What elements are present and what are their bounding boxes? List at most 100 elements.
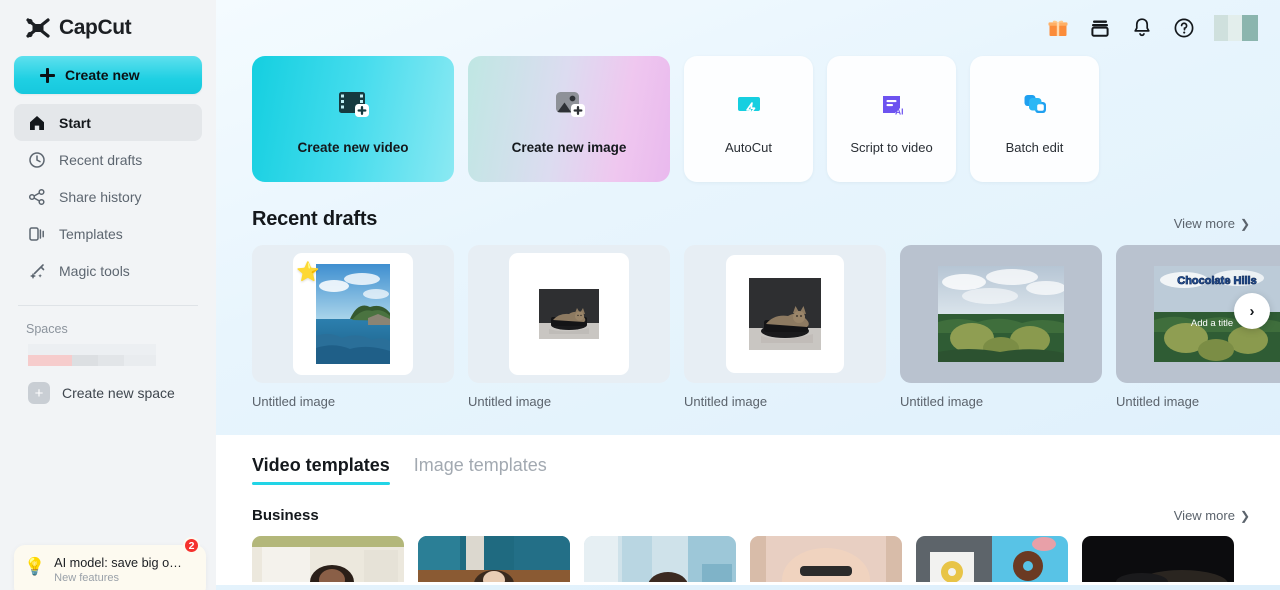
draft-thumbnail: ⭐ [252,245,454,383]
promo-toast-subtitle: New features [54,572,119,584]
lightbulb-icon: 💡 [24,557,46,576]
template-card[interactable] [1082,536,1234,582]
recent-drafts-header: Recent drafts View more ❯ [252,208,1256,231]
sidebar-item-label: Start [59,114,91,131]
draft-name: Untitled image [900,394,984,409]
page-title: Recent drafts [252,208,378,230]
main-content: Create new video Create new image AutoCu… [216,0,1280,590]
magic-wand-icon [28,262,46,280]
batch-edit-icon [1013,83,1057,127]
content-area: Create new video Create new image AutoCu… [216,56,1280,585]
carousel-next-button[interactable]: › [1234,293,1270,329]
quick-action-cards: Create new video Create new image AutoCu… [252,56,1256,182]
box-icon[interactable] [1088,16,1112,40]
draft-card[interactable]: Untitled image [684,245,886,409]
redacted-segment [28,355,72,366]
card-label: AutoCut [725,140,772,155]
template-card[interactable] [916,536,1068,582]
category-header: Business View more ❯ [252,507,1256,524]
autocut-icon [727,83,771,127]
top-bar [216,0,1280,56]
batch-edit-card[interactable]: Batch edit [970,56,1099,182]
capcut-logo-icon [24,17,52,39]
templates-icon [28,225,46,243]
redacted-segment [98,355,124,366]
redacted-line-1 [28,344,156,355]
template-card[interactable] [418,536,570,582]
sidebar-item-label: Magic tools [59,262,130,279]
redacted-segment [124,355,156,366]
promo-toast-title: AI model: save big o… [54,556,182,570]
avatar[interactable] [1214,15,1258,41]
bell-icon[interactable] [1130,16,1154,40]
sidebar-item-magic-tools[interactable]: Magic tools [14,252,202,289]
draft-name: Untitled image [684,394,768,409]
draft-thumbnail [900,245,1102,383]
template-thumbnails [252,536,1256,582]
share-icon [28,188,46,206]
draft-card[interactable]: Untitled image [468,245,670,409]
create-new-image-card[interactable]: Create new image [468,56,670,182]
templates-panel: Video templates Image templates Business… [216,435,1280,585]
recent-drafts-list: ⭐ Untitled image Untitled image Untitled… [252,245,1280,409]
space-item-redacted[interactable] [28,344,156,366]
script-to-video-card[interactable]: AI Script to video [827,56,956,182]
sidebar: CapCut Create new Start Recent drafts Sh… [0,0,216,590]
star-icon: ⭐ [296,262,320,283]
draft-card[interactable]: ⭐ Untitled image [252,245,454,409]
tab-image-templates[interactable]: Image templates [414,455,547,485]
sidebar-item-label: Share history [59,188,142,205]
redacted-line-2 [28,355,156,366]
card-label: Create new video [297,140,409,155]
draft-overlay-subtitle: Add a title [1191,318,1233,329]
svg-text:AI: AI [895,107,904,117]
help-icon[interactable] [1172,16,1196,40]
plus-square-icon: + [28,382,50,404]
promo-toast[interactable]: 💡 AI model: save big o… New features 2 [14,537,206,590]
chevron-right-icon: ❯ [1239,508,1250,523]
category-title: Business [252,507,319,524]
draft-card[interactable]: Untitled image [900,245,1102,409]
sidebar-item-recent-drafts[interactable]: Recent drafts [14,141,202,178]
create-new-label: Create new [65,67,140,83]
create-new-button[interactable]: Create new [14,56,202,94]
chevron-right-icon: ❯ [1239,216,1250,231]
create-new-space-label: Create new space [62,385,175,401]
tab-label: Image templates [413,455,547,475]
card-label: Batch edit [1005,140,1064,155]
card-label: Create new image [511,140,627,155]
tab-video-templates[interactable]: Video templates [252,455,390,485]
templates-view-more[interactable]: View more ❯ [1174,508,1250,523]
card-label: Script to video [850,140,933,155]
film-plus-icon [331,83,375,127]
sidebar-item-label: Templates [59,225,123,242]
sidebar-item-label: Recent drafts [59,151,143,168]
notification-badge: 2 [183,537,200,554]
app-root: CapCut Create new Start Recent drafts Sh… [0,0,1280,590]
view-more-label: View more [1173,216,1235,231]
gift-icon[interactable] [1046,16,1070,40]
home-icon [28,114,46,132]
draft-image-frame [509,253,629,375]
spaces-section-label: Spaces [26,322,68,336]
template-card[interactable] [750,536,902,582]
recent-drafts-view-more[interactable]: View more ❯ [1174,216,1250,231]
app-logo[interactable]: CapCut [14,0,202,50]
autocut-card[interactable]: AutoCut [684,56,813,182]
create-new-video-card[interactable]: Create new video [252,56,454,182]
sidebar-item-start[interactable]: Start [14,104,202,141]
clock-icon [28,151,46,169]
sidebar-item-share-history[interactable]: Share history [14,178,202,215]
view-more-label: View more [1173,508,1235,523]
draft-name: Untitled image [468,394,552,409]
templates-tabs: Video templates Image templates [252,455,1256,485]
draft-name: Untitled image [252,394,336,409]
template-card[interactable] [252,536,404,582]
script-ai-icon: AI [870,83,914,127]
template-card[interactable] [584,536,736,582]
create-new-space-button[interactable]: + Create new space [14,366,202,404]
sidebar-item-templates[interactable]: Templates [14,215,202,252]
image-plus-icon [547,83,591,127]
draft-image-frame [726,255,844,373]
draft-overlay-title: Chocolate Hills [1177,275,1256,287]
